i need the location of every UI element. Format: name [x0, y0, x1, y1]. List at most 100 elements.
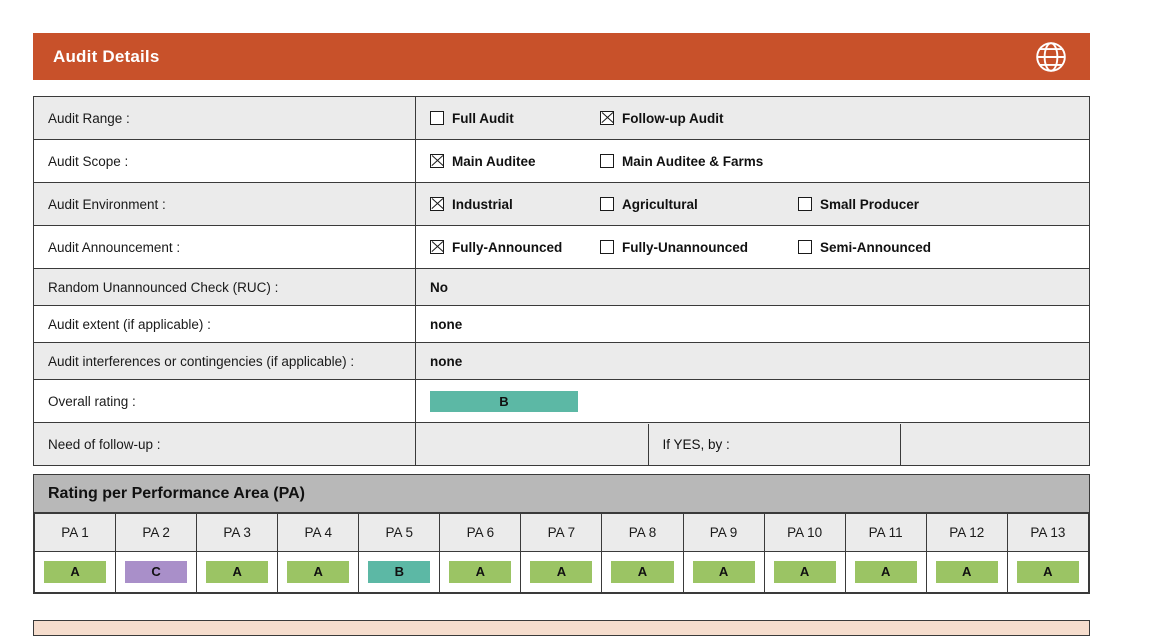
row-label-audit-interferences: Audit interferences or contingencies (if… — [34, 343, 416, 380]
checkbox-checked-icon[interactable] — [430, 240, 444, 254]
row-value-audit-extent: none — [416, 306, 1090, 343]
pa-rating-chip: A — [530, 561, 592, 583]
pa-column-header: PA 5 — [359, 514, 440, 552]
pa-column-header: PA 7 — [521, 514, 602, 552]
row-value-audit-interferences: none — [416, 343, 1090, 380]
table-row-audit-environment: Audit Environment : Industrial Agricultu… — [34, 183, 1090, 226]
pa-rating-cell: A — [683, 552, 764, 593]
pa-rating-chip: B — [368, 561, 430, 583]
pa-column-header: PA 2 — [116, 514, 197, 552]
pa-rating-chip: A — [287, 561, 349, 583]
row-value-audit-announcement: Fully-Announced Fully-Unannounced Semi-A… — [416, 226, 1090, 269]
pa-rating-chip: A — [1017, 561, 1079, 583]
pa-column-header: PA 6 — [440, 514, 521, 552]
option-small-producer[interactable]: Small Producer — [798, 197, 996, 212]
row-label-audit-extent: Audit extent (if applicable) : — [34, 306, 416, 343]
table-row-audit-interferences: Audit interferences or contingencies (if… — [34, 343, 1090, 380]
checkbox-unchecked-icon[interactable] — [430, 111, 444, 125]
row-label-audit-announcement: Audit Announcement : — [34, 226, 416, 269]
row-label-audit-scope: Audit Scope : — [34, 140, 416, 183]
option-label: Semi-Announced — [820, 240, 931, 255]
checkbox-unchecked-icon[interactable] — [798, 240, 812, 254]
row-value-audit-environment: Industrial Agricultural Small Producer — [416, 183, 1090, 226]
option-label: Follow-up Audit — [622, 111, 723, 126]
table-row-audit-scope: Audit Scope : Main Auditee Main Auditee … — [34, 140, 1090, 183]
table-row-audit-extent: Audit extent (if applicable) : none — [34, 306, 1090, 343]
pa-rating-cell: A — [602, 552, 683, 593]
pa-rating-cell: C — [116, 552, 197, 593]
option-label: Industrial — [452, 197, 513, 212]
pa-rating-cell: A — [278, 552, 359, 593]
pa-rating-chip: A — [44, 561, 106, 583]
pa-rating-cell: A — [845, 552, 926, 593]
audit-details-table: Audit Range : Full Audit Follow-up Audit… — [33, 96, 1090, 466]
checkbox-unchecked-icon[interactable] — [798, 197, 812, 211]
option-label: Small Producer — [820, 197, 919, 212]
pa-column-header: PA 4 — [278, 514, 359, 552]
option-fully-announced[interactable]: Fully-Announced — [430, 240, 600, 255]
performance-area-table: PA 1PA 2PA 3PA 4PA 5PA 6PA 7PA 8PA 9 PA 1… — [34, 513, 1089, 593]
pa-rating-chip: C — [125, 561, 187, 583]
pa-rating-chip: A — [693, 561, 755, 583]
checkbox-checked-icon[interactable] — [430, 197, 444, 211]
pa-rating-cell: A — [440, 552, 521, 593]
next-section-strip — [33, 620, 1090, 636]
option-agricultural[interactable]: Agricultural — [600, 197, 798, 212]
pa-rating-cell: A — [1007, 552, 1088, 593]
row-value-ruc: No — [416, 269, 1090, 306]
row-label-audit-environment: Audit Environment : — [34, 183, 416, 226]
option-label: Main Auditee — [452, 154, 536, 169]
pa-column-header: PA 1 — [35, 514, 116, 552]
page-title: Audit Details — [53, 47, 160, 67]
option-label: Full Audit — [452, 111, 514, 126]
table-row-overall-rating: Overall rating : B — [34, 380, 1090, 423]
row-value-audit-range: Full Audit Follow-up Audit — [416, 97, 1090, 140]
performance-area-header-row: PA 1PA 2PA 3PA 4PA 5PA 6PA 7PA 8PA 9 PA 1… — [35, 514, 1089, 552]
checkbox-unchecked-icon[interactable] — [600, 240, 614, 254]
table-row-ruc: Random Unannounced Check (RUC) : No — [34, 269, 1090, 306]
pa-rating-chip: A — [936, 561, 998, 583]
option-industrial[interactable]: Industrial — [430, 197, 600, 212]
option-follow-up-audit[interactable]: Follow-up Audit — [600, 111, 798, 126]
pa-rating-chip: A — [611, 561, 673, 583]
pa-column-header: PA 9 — [683, 514, 764, 552]
pa-rating-cell: A — [197, 552, 278, 593]
row-value-overall-rating: B — [416, 380, 1090, 423]
table-row-audit-range: Audit Range : Full Audit Follow-up Audit — [34, 97, 1090, 140]
pa-rating-cell: A — [926, 552, 1007, 593]
pa-rating-chip: A — [855, 561, 917, 583]
row-label-need-of-follow-up: Need of follow-up : — [34, 423, 416, 466]
pa-column-header: PA 11 — [845, 514, 926, 552]
checkbox-unchecked-icon[interactable] — [600, 154, 614, 168]
checkbox-checked-icon[interactable] — [430, 154, 444, 168]
pa-rating-cell: A — [764, 552, 845, 593]
pa-column-header: PA 12 — [926, 514, 1007, 552]
pa-rating-cell: A — [35, 552, 116, 593]
pa-rating-chip: A — [206, 561, 268, 583]
option-semi-announced[interactable]: Semi-Announced — [798, 240, 996, 255]
row-label-overall-rating: Overall rating : — [34, 380, 416, 423]
follow-up-by-label: If YES, by : — [648, 424, 900, 465]
option-main-auditee[interactable]: Main Auditee — [430, 154, 600, 169]
option-full-audit[interactable]: Full Audit — [430, 111, 600, 126]
audit-details-header: Audit Details — [33, 33, 1090, 80]
option-label: Main Auditee & Farms — [622, 154, 763, 169]
table-row-need-of-follow-up: Need of follow-up : If YES, by : — [34, 423, 1090, 466]
option-main-auditee-and-farms[interactable]: Main Auditee & Farms — [600, 154, 798, 169]
checkbox-checked-icon[interactable] — [600, 111, 614, 125]
checkbox-unchecked-icon[interactable] — [600, 197, 614, 211]
follow-up-by-value-field[interactable] — [900, 424, 1089, 465]
option-fully-unannounced[interactable]: Fully-Unannounced — [600, 240, 798, 255]
overall-rating-badge: B — [430, 391, 578, 412]
option-label: Agricultural — [622, 197, 698, 212]
pa-column-header: PA 3 — [197, 514, 278, 552]
performance-area-rating-row: ACAABAAAAAAAA — [35, 552, 1089, 593]
follow-up-value-field[interactable] — [416, 424, 648, 465]
option-label: Fully-Unannounced — [622, 240, 748, 255]
pa-column-header: PA 8 — [602, 514, 683, 552]
row-label-audit-range: Audit Range : — [34, 97, 416, 140]
pa-rating-chip: A — [774, 561, 836, 583]
row-value-audit-scope: Main Auditee Main Auditee & Farms — [416, 140, 1090, 183]
globe-icon[interactable] — [1034, 40, 1068, 74]
performance-area-section: Rating per Performance Area (PA) PA 1PA … — [33, 474, 1090, 594]
